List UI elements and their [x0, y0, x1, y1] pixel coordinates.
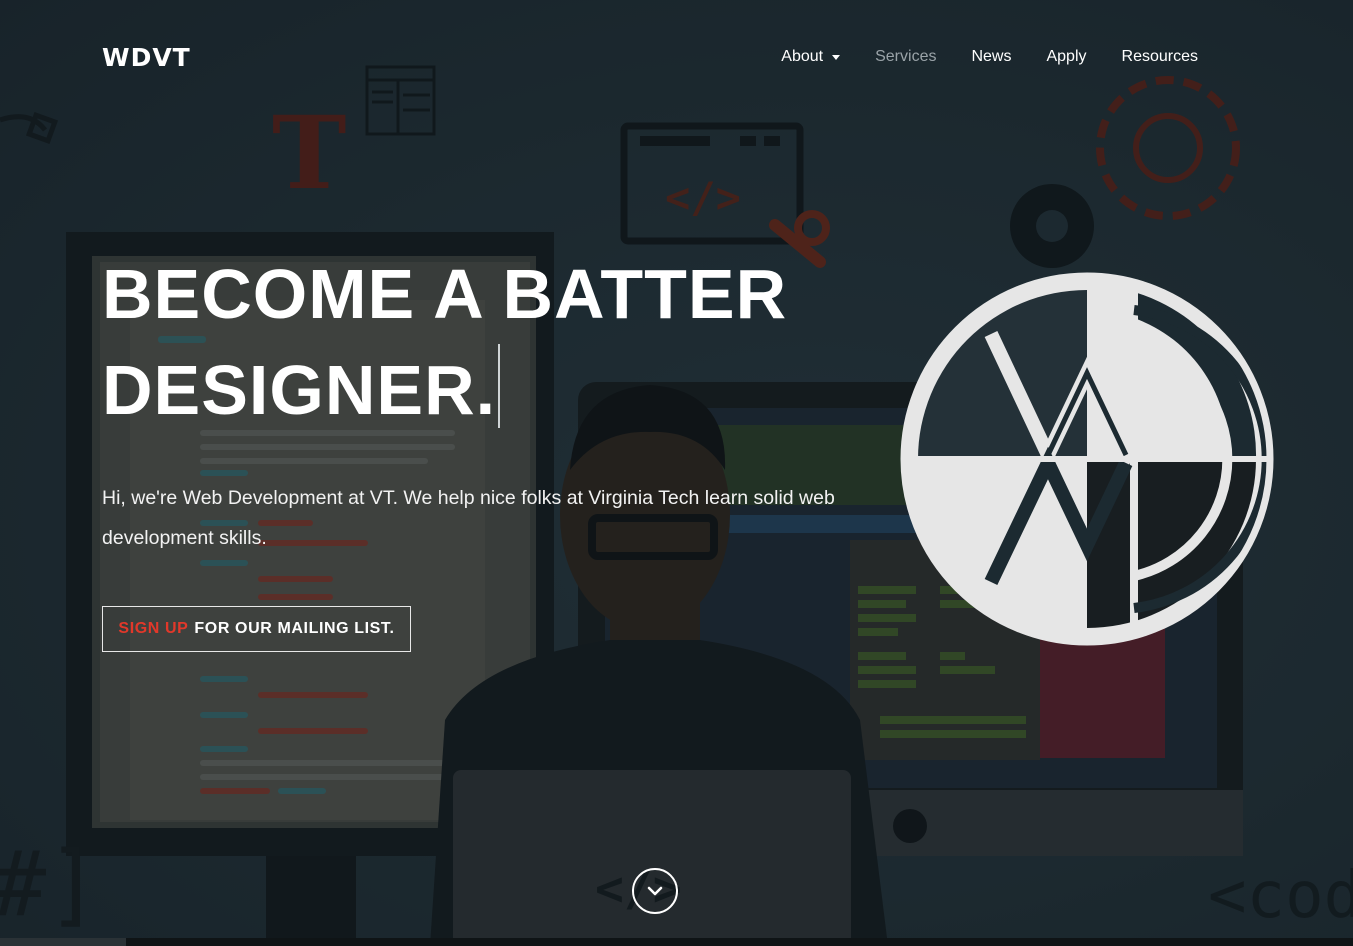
caret-down-icon: [832, 55, 841, 60]
bottom-bar-left: [0, 938, 126, 946]
nav-item-about[interactable]: About: [781, 48, 841, 66]
nav-item-news[interactable]: News: [971, 48, 1011, 66]
main-nav: About Services News Apply Resources: [781, 48, 1198, 66]
nav-item-label: News: [971, 48, 1012, 65]
hero-section: T </> </> #] <cod WDVT About Services Ne…: [0, 0, 1353, 946]
bottom-bar: [126, 938, 1353, 946]
nav-item-services[interactable]: Services: [875, 48, 936, 66]
navbar: WDVT About Services News Apply Resources: [0, 0, 1353, 116]
signup-button[interactable]: SIGN UP FOR OUR MAILING LIST.: [102, 606, 411, 652]
scroll-down-button[interactable]: [632, 868, 678, 914]
signup-rest-text: FOR OUR MAILING LIST.: [194, 620, 395, 637]
nav-item-label: Apply: [1046, 48, 1087, 65]
headline-line-2-text: DESIGNER.: [102, 351, 497, 429]
nav-item-label: About: [781, 48, 824, 65]
chevron-down-icon: [647, 886, 663, 896]
nav-item-apply[interactable]: Apply: [1046, 48, 1086, 66]
headline-line-2: DESIGNER.: [102, 342, 787, 438]
nav-item-resources[interactable]: Resources: [1122, 48, 1198, 66]
signup-accent-text: SIGN UP: [118, 620, 189, 637]
brand-logo[interactable]: WDVT: [102, 43, 191, 72]
hero-headline: BECOME A BATTER DESIGNER.: [102, 246, 787, 438]
nav-item-label: Services: [875, 48, 937, 65]
wd-logo-icon: [900, 272, 1274, 646]
headline-line-1: BECOME A BATTER: [102, 255, 788, 333]
typing-cursor: [498, 344, 501, 428]
hero-intro: Hi, we're Web Development at VT. We help…: [102, 487, 835, 549]
nav-item-label: Resources: [1121, 48, 1198, 65]
